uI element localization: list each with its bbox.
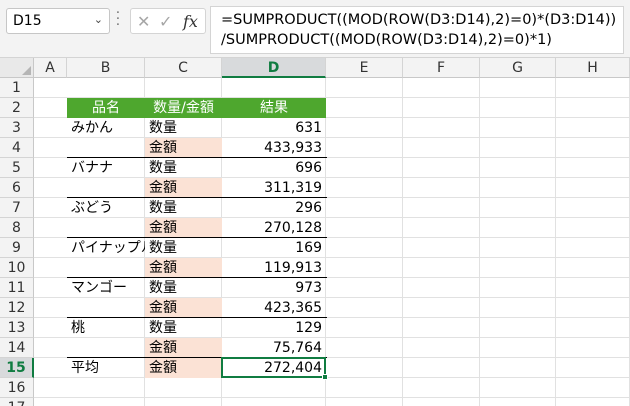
select-all-triangle-icon [22, 66, 31, 75]
column-header-b[interactable]: B [67, 58, 145, 78]
fill-handle[interactable] [322, 374, 328, 380]
cell-type[interactable]: 金額 [145, 298, 222, 318]
column-header-f[interactable]: F [403, 58, 480, 78]
row-header-11[interactable]: 11 [0, 278, 34, 298]
cell-item-name[interactable] [67, 258, 145, 278]
column-header-h[interactable]: H [556, 58, 630, 78]
select-all-button[interactable] [0, 58, 34, 78]
group-separator-line [67, 197, 327, 198]
column-header-c[interactable]: C [145, 58, 222, 78]
cell-result-value[interactable]: 129 [222, 318, 326, 338]
cell-item-name[interactable] [67, 338, 145, 358]
cell-type[interactable]: 金額 [145, 218, 222, 238]
cell-type[interactable]: 数量 [145, 278, 222, 298]
cell-result-value[interactable]: 270,128 [222, 218, 326, 238]
row-header-16[interactable]: 16 [0, 378, 34, 398]
cell-result-value[interactable]: 631 [222, 118, 326, 138]
row-header-3[interactable]: 3 [0, 118, 34, 138]
group-separator-line [67, 157, 327, 158]
cell-result-value[interactable]: 973 [222, 278, 326, 298]
cell-type[interactable]: 数量 [145, 198, 222, 218]
worksheet-grid[interactable]: ABCDEFGH1234567891011121314151617品名数量/金額… [0, 58, 630, 406]
cell-item-name[interactable] [67, 218, 145, 238]
header-item-name[interactable]: 品名 [67, 98, 145, 118]
cell-item-name[interactable] [67, 138, 145, 158]
row-header-14[interactable]: 14 [0, 338, 34, 358]
insert-function-icon[interactable]: fx [183, 12, 198, 31]
cell-type[interactable]: 金額 [145, 178, 222, 198]
name-box[interactable]: D15 ⌄ [6, 8, 110, 34]
cell-item-name[interactable]: ぶどう [67, 198, 145, 218]
row-header-9[interactable]: 9 [0, 238, 34, 258]
formula-line-1: =SUMPRODUCT((MOD(ROW(D3:D14),2)=0)*(D3:D… [221, 12, 617, 28]
formula-buttons: ✕ ✓ fx [130, 8, 206, 34]
row-header-6[interactable]: 6 [0, 178, 34, 198]
active-cell-selection [221, 357, 326, 378]
cell-type[interactable]: 数量 [145, 118, 222, 138]
formula-input[interactable]: =SUMPRODUCT((MOD(ROW(D3:D14),2)=0)*(D3:D… [210, 6, 624, 54]
cell-type[interactable]: 金額 [145, 358, 222, 378]
group-separator-line [67, 237, 327, 238]
header-result[interactable]: 結果 [222, 98, 326, 118]
row-header-10[interactable]: 10 [0, 258, 34, 278]
cell-item-name[interactable] [67, 298, 145, 318]
formula-line-2: /SUMPRODUCT((MOD(ROW(D3:D14),2)=0)*1) [221, 32, 552, 48]
cell-type[interactable]: 金額 [145, 138, 222, 158]
column-header-e[interactable]: E [326, 58, 403, 78]
cell-type[interactable]: 金額 [145, 338, 222, 358]
row-header-12[interactable]: 12 [0, 298, 34, 318]
row-header-4[interactable]: 4 [0, 138, 34, 158]
cell-item-name[interactable]: パイナップル [67, 238, 145, 258]
gridline-horizontal [34, 397, 630, 398]
group-separator-line [67, 317, 327, 318]
row-header-15[interactable]: 15 [0, 358, 34, 378]
cell-result-value[interactable]: 169 [222, 238, 326, 258]
chevron-down-icon[interactable]: ⌄ [94, 13, 103, 26]
cell-result-value[interactable]: 696 [222, 158, 326, 178]
row-header-1[interactable]: 1 [0, 78, 34, 98]
cell-type[interactable]: 数量 [145, 238, 222, 258]
group-separator-line [67, 277, 327, 278]
cell-type[interactable]: 数量 [145, 318, 222, 338]
formula-bar: D15 ⌄ · · · ✕ ✓ fx =SUMPRODUCT((MOD(ROW(D3… [0, 0, 630, 58]
row-header-13[interactable]: 13 [0, 318, 34, 338]
enter-icon[interactable]: ✓ [159, 12, 172, 31]
cell-item-name[interactable] [67, 178, 145, 198]
row-header-2[interactable]: 2 [0, 98, 34, 118]
cell-result-value[interactable]: 433,933 [222, 138, 326, 158]
cell-result-value[interactable]: 311,319 [222, 178, 326, 198]
cell-item-name[interactable]: バナナ [67, 158, 145, 178]
cell-result-value[interactable]: 296 [222, 198, 326, 218]
cancel-icon[interactable]: ✕ [137, 12, 150, 31]
cell-item-name[interactable]: みかん [67, 118, 145, 138]
cell-item-name[interactable]: 平均 [67, 358, 145, 378]
cell-result-value[interactable]: 75,764 [222, 338, 326, 358]
cell-item-name[interactable]: マンゴー [67, 278, 145, 298]
row-header-5[interactable]: 5 [0, 158, 34, 178]
cell-type[interactable]: 金額 [145, 258, 222, 278]
column-header-a[interactable]: A [34, 58, 67, 78]
cell-item-name[interactable]: 桃 [67, 318, 145, 338]
more-options-icon[interactable]: · · · [115, 7, 121, 32]
cell-result-value[interactable]: 119,913 [222, 258, 326, 278]
row-header-17[interactable]: 17 [0, 398, 34, 406]
header-quantity-amount[interactable]: 数量/金額 [145, 98, 222, 118]
row-header-7[interactable]: 7 [0, 198, 34, 218]
cell-type[interactable]: 数量 [145, 158, 222, 178]
cell-result-value[interactable]: 423,365 [222, 298, 326, 318]
column-header-g[interactable]: G [480, 58, 556, 78]
name-box-value: D15 [13, 13, 42, 29]
column-header-d[interactable]: D [222, 58, 326, 78]
row-header-8[interactable]: 8 [0, 218, 34, 238]
